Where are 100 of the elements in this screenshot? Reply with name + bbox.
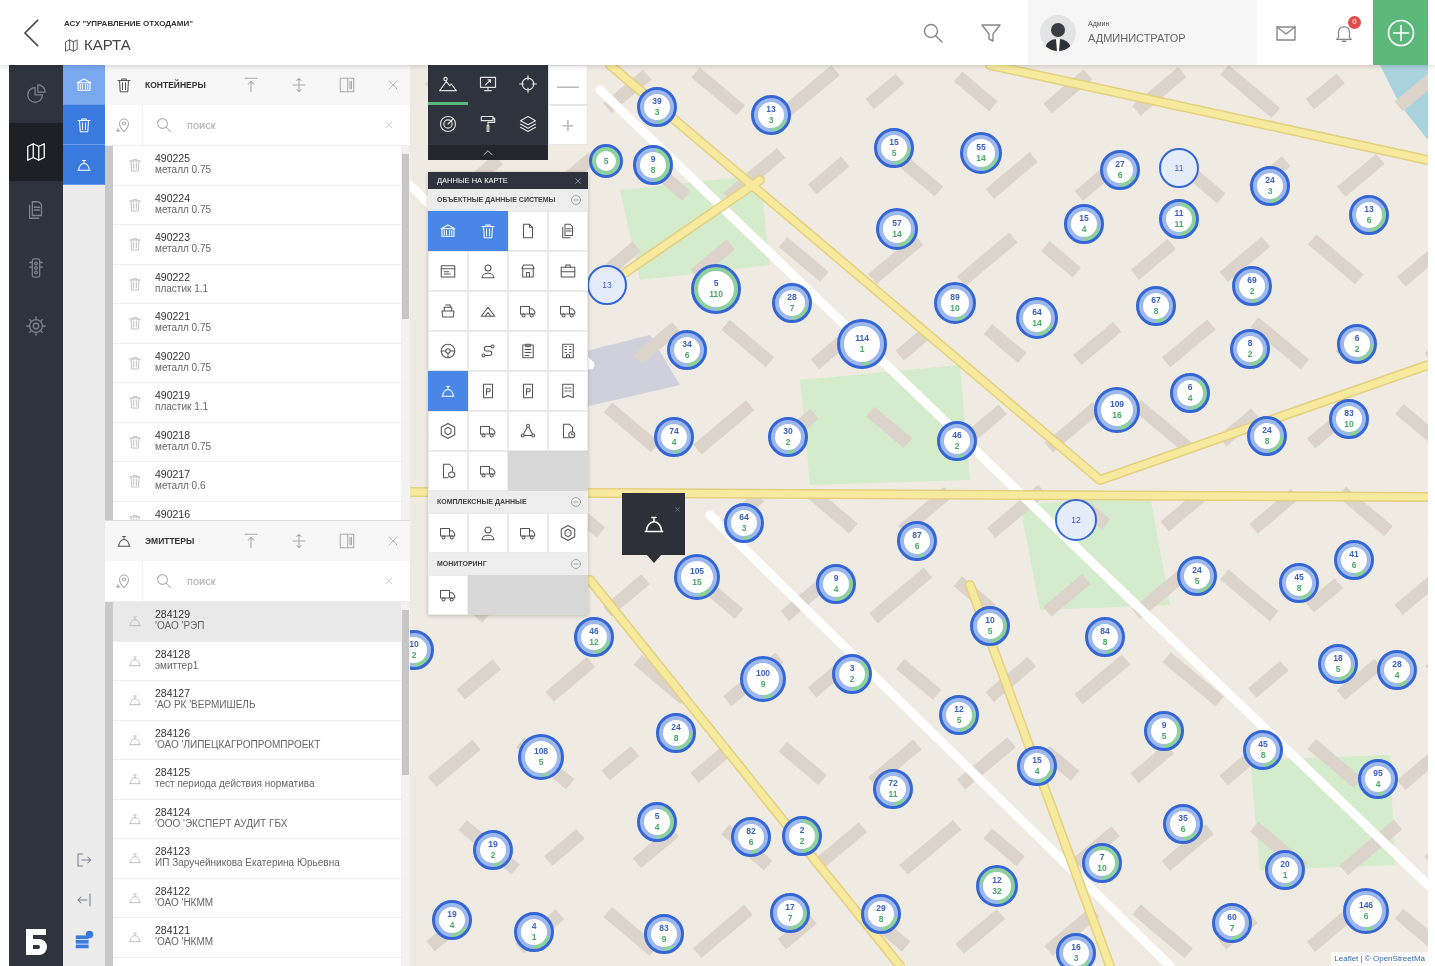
trash-icon (127, 315, 143, 331)
item-number: 490217 (155, 468, 192, 481)
pie-chart-icon (25, 83, 47, 105)
columns-icon[interactable] (338, 532, 356, 550)
list-item[interactable]: 490221 металл 0.75 (113, 304, 401, 344)
item-description: металл 0.75 (155, 322, 212, 334)
item-number: 490216 (155, 507, 191, 520)
user-name: АДМИНИСТРАТОР (1088, 30, 1186, 46)
map-attribution: Leaflet | © OpenStreetMa (1331, 952, 1428, 966)
logo-icon (24, 928, 48, 956)
radar-icon (438, 113, 458, 134)
search-field[interactable]: поиск (185, 571, 368, 591)
person-icon (479, 262, 497, 280)
list-item[interactable]: 490219 пластик 1.1 (113, 383, 401, 423)
close-icon[interactable] (674, 506, 681, 514)
scrollbar[interactable] (401, 146, 410, 520)
item-description: 'ОАО 'НКММ (155, 896, 214, 909)
item-description: 'ОАО 'РЭП (155, 620, 205, 632)
search-icon (155, 572, 173, 590)
trash-icon (127, 275, 143, 292)
collapse-icon[interactable] (570, 496, 582, 508)
dome-icon (127, 613, 143, 629)
item-description: пластик 1.1 (155, 282, 209, 295)
trash-icon (127, 473, 143, 489)
item-number: 490225 (155, 152, 192, 165)
item-number: 284128 (155, 647, 192, 660)
item-number: 284122 (155, 884, 192, 897)
calendar-icon (439, 262, 457, 280)
list-item[interactable]: 490222 пластик 1.1 (113, 264, 401, 304)
stack-icon[interactable] (73, 929, 95, 951)
person-icon (479, 524, 497, 542)
recycle-icon (519, 422, 537, 440)
close-icon[interactable] (574, 176, 582, 185)
gear-icon (25, 315, 47, 337)
list-item[interactable]: 490225 металл 0.75 (113, 146, 401, 186)
panel-title: ЭМИТТЕРЫ (145, 534, 196, 548)
list-item[interactable]: 490218 металл 0.75 (113, 422, 401, 462)
item-description: металл 0.75 (155, 164, 212, 176)
list-item[interactable]: 490217 металл 0.6 (113, 462, 401, 502)
item-number: 490221 (155, 310, 192, 323)
arrow-left-bar-icon[interactable] (75, 891, 93, 909)
avatar (1040, 14, 1076, 51)
list-item[interactable]: 284129 'ОАО 'РЭП (113, 602, 401, 642)
layer-toggle[interactable] (468, 211, 508, 251)
item-number: 490223 (155, 231, 192, 244)
page-title: КАРТА (84, 35, 131, 55)
add-button[interactable] (1373, 0, 1428, 65)
trash-icon (75, 115, 93, 134)
item-description: эмиттер1 (155, 659, 199, 672)
trash-icon (115, 76, 133, 94)
dome-icon (127, 850, 143, 866)
list-item[interactable]: 490220 металл 0.75 (113, 343, 401, 383)
item-description: тест периода действия норматива (155, 778, 315, 790)
hexagon-icon (439, 422, 457, 440)
dome-icon (127, 771, 143, 787)
item-number: 490220 (155, 349, 192, 362)
nav-item[interactable] (9, 123, 63, 181)
trash-icon (127, 157, 143, 173)
collapse-icon[interactable] (570, 558, 582, 570)
dome-icon (127, 929, 143, 945)
object-tab[interactable] (63, 65, 105, 105)
notification-badge: 0 (1348, 15, 1361, 29)
map-icon (64, 37, 79, 53)
office-building-icon (559, 342, 577, 360)
item-description: металл 0.75 (155, 361, 212, 374)
item-number: 284127 (155, 687, 192, 700)
list-item[interactable]: 490224 металл 0.75 (113, 185, 401, 225)
item-number: 284124 (155, 805, 192, 818)
layer-toggle[interactable] (428, 371, 468, 411)
item-description: металл 0.75 (155, 440, 212, 453)
layer-toggle[interactable] (428, 211, 468, 251)
scrollbar[interactable] (401, 602, 410, 966)
list-document-icon (559, 382, 577, 400)
trash-icon (127, 236, 143, 252)
columns-icon[interactable] (338, 76, 356, 94)
paint-roller-icon (478, 113, 498, 134)
search-field[interactable]: поиск (185, 115, 368, 135)
item-number: 284129 (155, 608, 192, 621)
map-icon (25, 141, 47, 163)
item-description: 'ОАО 'НКММ (155, 936, 214, 948)
panel-title: КОНТЕЙНЕРЫ (145, 78, 207, 92)
item-number: 284126 (155, 726, 192, 739)
trash-icon (127, 196, 143, 213)
item-description: металл 0.75 (155, 203, 212, 216)
trash-icon (127, 394, 143, 410)
trash-icon (479, 222, 497, 240)
briefcase-icon (559, 262, 577, 280)
building-icon (439, 222, 457, 240)
plus-circle-icon (1385, 17, 1416, 48)
cash-register-icon (439, 302, 457, 320)
item-description: металл 0.6 (155, 480, 206, 492)
item-number: 490218 (155, 428, 192, 441)
list-item[interactable]: 490223 металл 0.75 (113, 225, 401, 265)
layers-icon (518, 113, 538, 134)
item-number: 490219 (155, 389, 192, 402)
trash-icon (127, 433, 143, 450)
hexagon-icon (559, 524, 577, 542)
collapse-icon[interactable] (570, 194, 582, 206)
item-description: 'АО РК 'ВЕРМИШЕЛЬ (155, 699, 256, 711)
exit-icon[interactable] (75, 851, 93, 869)
